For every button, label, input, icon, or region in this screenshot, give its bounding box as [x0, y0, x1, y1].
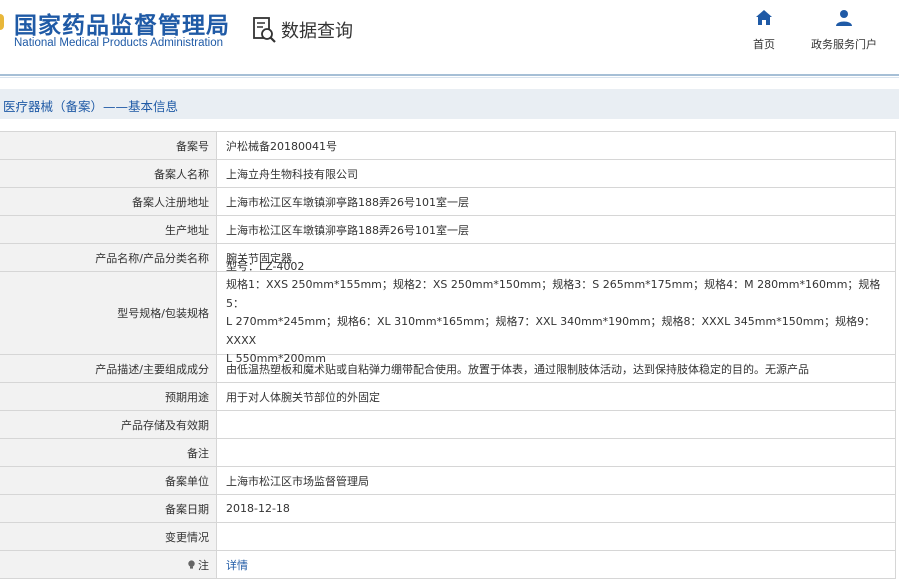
header-divider: [0, 74, 899, 76]
user-icon: [836, 10, 852, 26]
row-label: 产品名称/产品分类名称: [0, 244, 217, 271]
row-value: 上海市松江区车墩镇泖亭路188弄26号101室一层: [217, 216, 896, 243]
row-value: [217, 439, 896, 466]
nav-home[interactable]: 首页: [746, 8, 782, 52]
row-label: 备案人名称: [0, 160, 217, 187]
logo-emblem: [0, 14, 4, 30]
row-value: 详情: [217, 551, 896, 578]
table-row: 备案号 沪松械备20180041号: [0, 132, 896, 160]
row-label: 备案人注册地址: [0, 188, 217, 215]
data-query-heading: 数据查询: [252, 15, 353, 45]
row-value: 上海立舟生物科技有限公司: [217, 160, 896, 187]
row-value: 上海市松江区市场监督管理局: [217, 467, 896, 494]
row-label: 产品存储及有效期: [0, 411, 217, 438]
table-row: 注 详情: [0, 551, 896, 579]
note-label: 注: [198, 558, 209, 572]
site-header: 国家药品监督管理局 National Medical Products Admi…: [0, 0, 899, 74]
home-icon: [756, 10, 772, 25]
row-label: 变更情况: [0, 523, 217, 550]
row-label: 产品描述/主要组成成分: [0, 355, 217, 382]
row-value: 由低温热塑板和魔术贴或自粘弹力绷带配合使用。放置于体表，通过限制肢体活动，达到保…: [217, 355, 896, 382]
table-row: 备注: [0, 439, 896, 467]
table-row: 预期用途 用于对人体腕关节部位的外固定: [0, 383, 896, 411]
table-row: 生产地址 上海市松江区车墩镇泖亭路188弄26号101室一层: [0, 216, 896, 244]
info-table: 备案号 沪松械备20180041号 备案人名称 上海立舟生物科技有限公司 备案人…: [0, 131, 896, 579]
row-label: 备案单位: [0, 467, 217, 494]
row-value: [217, 411, 896, 438]
spec-line: 型号：LZ-4002: [226, 259, 305, 273]
table-row: 备案人注册地址 上海市松江区车墩镇泖亭路188弄26号101室一层: [0, 188, 896, 216]
row-label-note: 注: [0, 551, 217, 578]
table-row: 产品描述/主要组成成分 由低温热塑板和魔术贴或自粘弹力绷带配合使用。放置于体表，…: [0, 355, 896, 383]
row-value-multiline: 型号：LZ-4002 规格1：XXS 250mm*155mm；规格2：XS 25…: [217, 260, 896, 365]
table-row: 备案单位 上海市松江区市场监督管理局: [0, 467, 896, 495]
row-label: 生产地址: [0, 216, 217, 243]
page-title: 医疗器械（备案）——基本信息: [3, 99, 179, 114]
row-value: [217, 523, 896, 550]
row-label: 备案日期: [0, 495, 217, 522]
table-row: 产品名称/产品分类名称 腕关节固定器: [0, 244, 896, 272]
table-row: 备案日期 2018-12-18: [0, 495, 896, 523]
nav-service-portal-label[interactable]: 政务服务门户: [811, 36, 877, 52]
nav-service-portal[interactable]: 政务服务门户: [808, 8, 880, 52]
logo-english-name[interactable]: National Medical Products Administration: [14, 37, 223, 49]
row-value: 上海市松江区车墩镇泖亭路188弄26号101室一层: [217, 188, 896, 215]
row-value: 腕关节固定器: [217, 244, 896, 271]
data-query-label: 数据查询: [281, 21, 353, 42]
header-divider-light: [0, 77, 899, 78]
logo-chinese-name[interactable]: 国家药品监督管理局: [14, 6, 230, 40]
table-row: 型号规格/包装规格 型号：LZ-4002 规格1：XXS 250mm*155mm…: [0, 260, 896, 365]
row-label: 备案号: [0, 132, 217, 159]
table-row: 变更情况: [0, 523, 896, 551]
section-title-bar: 医疗器械（备案）——基本信息: [0, 89, 899, 119]
row-value: 用于对人体腕关节部位的外固定: [217, 383, 896, 410]
document-search-icon: [253, 17, 276, 43]
table-row: 产品存储及有效期: [0, 411, 896, 439]
row-label: 预期用途: [0, 383, 217, 410]
details-link[interactable]: 详情: [226, 557, 248, 573]
lightbulb-icon: [188, 560, 195, 569]
table-row: 备案人名称 上海立舟生物科技有限公司: [0, 160, 896, 188]
row-value: 沪松械备20180041号: [217, 132, 896, 159]
spec-line: L 270mm*245mm；规格6：XL 310mm*165mm；规格7：XXL…: [226, 315, 876, 347]
row-label: 备注: [0, 439, 217, 466]
spec-line: 规格1：XXS 250mm*155mm；规格2：XS 250mm*150mm；规…: [226, 278, 881, 310]
row-label: 型号规格/包装规格: [0, 272, 217, 354]
row-value: 2018-12-18: [217, 495, 896, 522]
nav-home-label[interactable]: 首页: [753, 36, 775, 52]
